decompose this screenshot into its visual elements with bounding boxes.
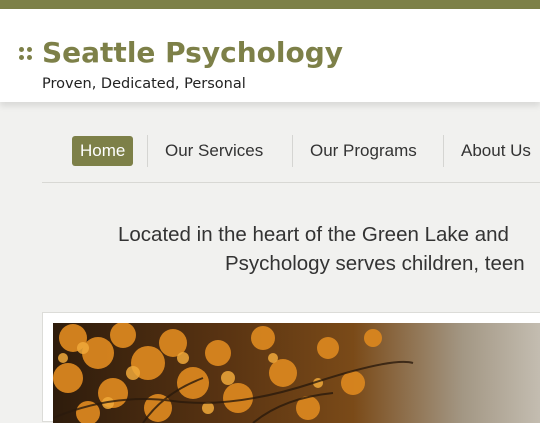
nav-separator [147, 135, 148, 167]
top-accent-bar [0, 0, 540, 9]
nav-item-about-us[interactable]: About Us [461, 136, 531, 166]
nav-item-our-services[interactable]: Our Services [165, 136, 263, 166]
site-title[interactable]: Seattle Psychology [42, 36, 343, 69]
hero-autumn-tree-image [53, 323, 540, 423]
autumn-foliage-illustration [53, 323, 540, 423]
nav-item-home[interactable]: Home [72, 136, 134, 166]
nav-divider [42, 182, 540, 183]
nav-item-our-programs[interactable]: Our Programs [310, 136, 417, 166]
nav-separator [292, 135, 293, 167]
main-nav: Home Our Services Our Programs About Us [0, 133, 540, 169]
site-tagline: Proven, Dedicated, Personal [42, 76, 246, 92]
logo-dots-icon [19, 47, 37, 61]
intro-line-1: Located in the heart of the Green Lake a… [118, 223, 509, 246]
hero-image-frame [42, 312, 540, 423]
site-header: Seattle Psychology Proven, Dedicated, Pe… [0, 9, 540, 102]
intro-line-2: Psychology serves children, teen [225, 252, 525, 275]
nav-separator [443, 135, 444, 167]
